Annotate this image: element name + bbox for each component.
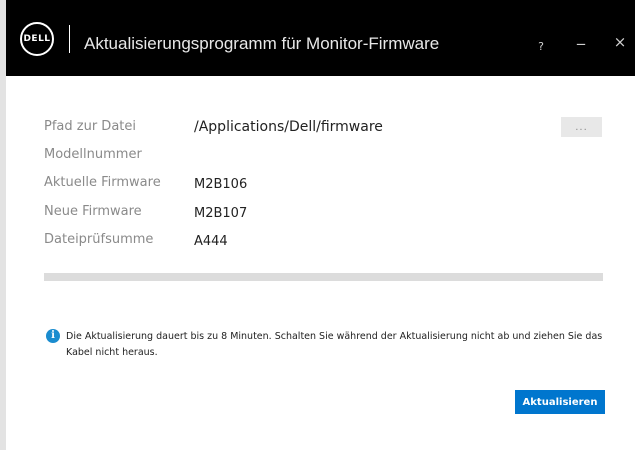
browse-button[interactable]: ... bbox=[561, 117, 602, 137]
info-icon: i bbox=[46, 329, 60, 343]
current-firmware-value: M2B106 bbox=[194, 177, 248, 192]
checksum-value: A444 bbox=[194, 234, 228, 249]
close-button[interactable]: × bbox=[611, 32, 629, 52]
update-button[interactable]: Aktualisieren bbox=[515, 390, 605, 414]
title-bar: DELL Aktualisierungsprogramm für Monitor… bbox=[6, 0, 635, 76]
current-firmware-label: Aktuelle Firmware bbox=[44, 175, 161, 190]
info-message: Die Aktualisierung dauert bis zu 8 Minut… bbox=[66, 331, 603, 358]
window-title: Aktualisierungsprogramm für Monitor-Firm… bbox=[84, 34, 440, 53]
file-path-label: Pfad zur Datei bbox=[44, 119, 136, 134]
firmware-updater-window: DELL Aktualisierungsprogramm für Monitor… bbox=[6, 0, 635, 450]
minimize-button[interactable]: _ bbox=[572, 26, 590, 46]
help-button[interactable]: ? bbox=[532, 37, 550, 57]
new-firmware-label: Neue Firmware bbox=[44, 204, 142, 219]
dell-logo: DELL bbox=[20, 22, 54, 56]
progress-bar bbox=[44, 273, 603, 281]
checksum-label: Dateiprüfsumme bbox=[44, 232, 154, 247]
new-firmware-value: M2B107 bbox=[194, 206, 248, 221]
file-path-value: /Applications/Dell/firmware bbox=[194, 119, 383, 135]
title-separator bbox=[69, 25, 70, 53]
model-number-label: Modellnummer bbox=[44, 147, 142, 162]
